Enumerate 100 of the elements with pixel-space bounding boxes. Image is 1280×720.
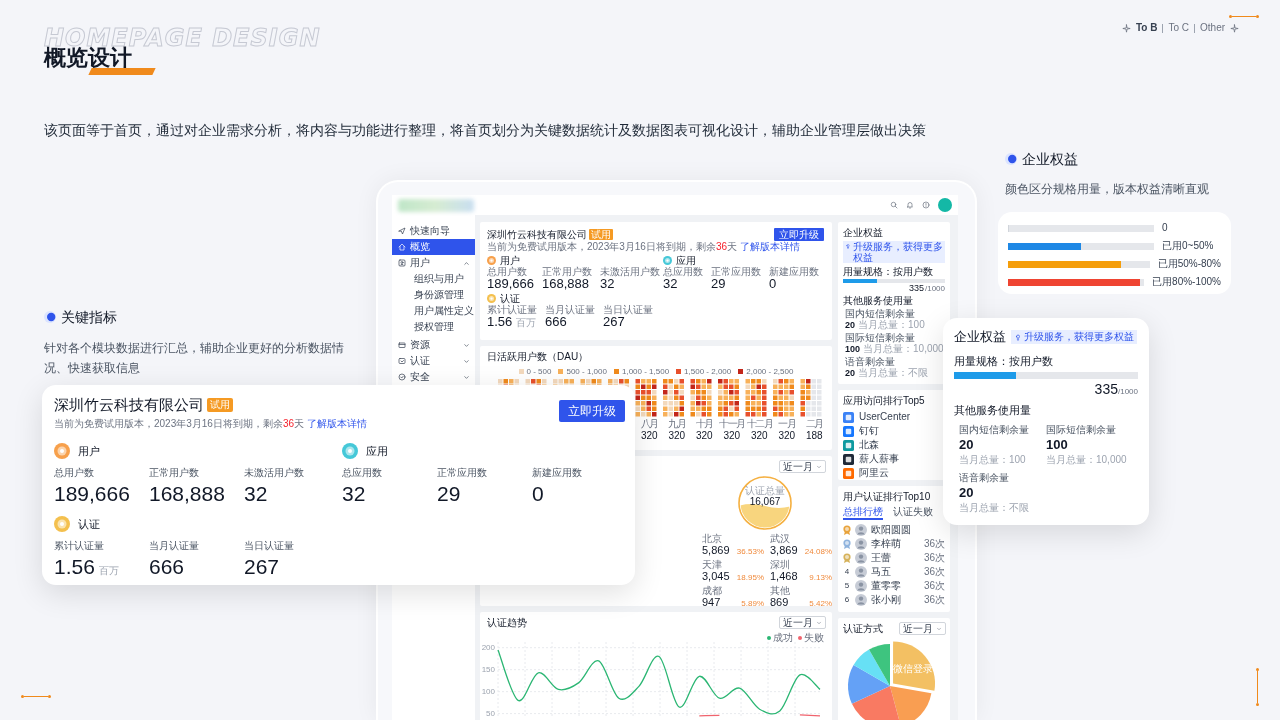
stat-label: 累计认证量 xyxy=(54,540,105,552)
axis-tick-label: 150 xyxy=(482,665,495,675)
nav-link[interactable]: To C xyxy=(1168,22,1190,34)
app-row[interactable]: 阿里云 xyxy=(843,466,911,480)
range-dropdown[interactable]: 近一月 xyxy=(779,616,826,629)
details-link[interactable]: 了解版本详情 xyxy=(306,418,367,429)
service-total: 当月总量：不限 xyxy=(959,502,1030,514)
sidebar-item[interactable]: 认证 xyxy=(392,353,475,369)
accent-line xyxy=(1256,668,1259,706)
details-link[interactable]: 了解版本详情 xyxy=(739,241,800,252)
stat-value: 666 xyxy=(149,555,185,579)
accent-line xyxy=(21,695,51,698)
service-value: 20 xyxy=(845,320,855,331)
app-row[interactable]: UserCenter xyxy=(843,410,911,424)
city-share: 5.42% xyxy=(809,598,832,610)
dot-icon xyxy=(44,311,56,323)
month-label: 十二月 xyxy=(746,418,772,429)
upgrade-button[interactable]: 立即升级 xyxy=(559,400,625,422)
stat-label: 总应用数 xyxy=(342,467,383,479)
range-dropdown[interactable]: 近一月 xyxy=(779,460,826,473)
stat-value: 32 xyxy=(600,277,615,291)
sidebar-item[interactable]: 安全 xyxy=(392,369,475,385)
nav-link[interactable]: To B xyxy=(1136,22,1158,34)
card-title: 用户认证排行Top10 xyxy=(843,491,931,503)
service-value: 100 xyxy=(1046,437,1069,453)
month-label: 九月 xyxy=(668,418,686,429)
month-label: 十一月 xyxy=(719,418,745,429)
upgrade-button[interactable]: 立即升级 xyxy=(774,228,824,241)
stat-label: 总用户数 xyxy=(54,467,95,479)
card-title: 企业权益 xyxy=(843,227,883,239)
month-value: 320 xyxy=(723,430,741,442)
user-name: 张小刚 xyxy=(871,595,902,605)
axis-tick-label: 50 xyxy=(486,709,495,718)
company-name: 深圳竹云科技有限公司 xyxy=(54,395,204,415)
rank-number: 4 xyxy=(843,568,851,576)
group-title: 认证 xyxy=(78,517,100,531)
sidebar-subitem[interactable]: 身份源管理 xyxy=(392,287,475,303)
range-dropdown[interactable]: 近一月 xyxy=(899,622,946,635)
city-share: 24.08% xyxy=(804,546,832,558)
axis-tick-label: 200 xyxy=(482,643,495,653)
rank-number: 6 xyxy=(843,596,851,604)
folder-icon xyxy=(398,341,406,349)
section-title: 其他服务使用量 xyxy=(954,403,1032,417)
app-row[interactable]: 钉钉 xyxy=(843,424,911,438)
stat-label: 当月认证量 xyxy=(545,304,595,315)
avatar-icon[interactable] xyxy=(938,198,952,212)
sidebar-subitem[interactable]: 授权管理 xyxy=(392,319,475,335)
user-name: 马五 xyxy=(871,567,892,577)
sidebar-item[interactable]: 资源 xyxy=(392,337,475,353)
stat-value: 267 xyxy=(244,555,280,579)
usage-total: /1000 xyxy=(1117,387,1138,398)
sidebar-item[interactable]: 概览 xyxy=(392,239,475,255)
dot-icon xyxy=(1005,153,1017,165)
upgrade-tag[interactable]: 升级服务，获得更多权益 xyxy=(843,241,945,263)
section-text: 颜色区分规格用量，版本权益清晰直观 xyxy=(1005,181,1209,197)
usage-label: 0 xyxy=(1162,222,1168,234)
sidebar-item[interactable]: 快速向导 xyxy=(392,223,475,239)
sidebar-item[interactable]: 用户 xyxy=(392,255,475,271)
service-value: 100 xyxy=(845,344,861,355)
service-value: 20 xyxy=(959,437,975,453)
app-row[interactable]: 北森 xyxy=(843,438,911,452)
stat-label: 新建应用数 xyxy=(532,467,583,479)
gauge-label: 认证总量 xyxy=(745,485,785,496)
stat-value: 168,888 xyxy=(542,277,589,291)
month-value: 188 xyxy=(805,430,823,442)
tab[interactable]: 认证失败 xyxy=(893,506,933,520)
tab[interactable]: 总排行榜 xyxy=(843,506,883,520)
stat-label: 正常用户数 xyxy=(149,467,200,479)
nav-link[interactable]: Other xyxy=(1200,22,1226,34)
stat-value: 666 xyxy=(545,315,567,329)
avatar-icon xyxy=(855,580,867,592)
stat-label: 总用户数 xyxy=(487,266,528,277)
city-name: 其他 xyxy=(770,585,791,596)
info-icon xyxy=(922,201,930,209)
sidebar-subitem[interactable]: 用户属性定义 xyxy=(392,303,475,319)
user-name: 董零零 xyxy=(871,581,902,591)
user-name: 欧阳圆圆 xyxy=(871,525,912,535)
stat-value: 32 xyxy=(342,482,366,506)
page-title: 概览设计 xyxy=(44,48,132,68)
stat-value: 168,888 xyxy=(149,482,225,506)
month-value: 320 xyxy=(640,430,658,442)
search-icon xyxy=(890,201,898,209)
upgrade-tag[interactable]: 升级服务，获得更多权益 xyxy=(1011,330,1137,344)
stat-label: 未激活用户数 xyxy=(600,266,660,277)
usage-value: 335 xyxy=(908,283,924,293)
legend-label: 成功 xyxy=(773,632,793,643)
month-label: 一月 xyxy=(778,418,796,429)
slice-label: 微信登录 xyxy=(893,663,933,674)
city-value: 3,045 xyxy=(702,570,730,582)
stat-value: 29 xyxy=(711,277,726,291)
sidebar-subitem[interactable]: 组织与用户 xyxy=(392,271,475,287)
stat-label: 当日认证量 xyxy=(603,304,653,315)
auth-count: 36次 xyxy=(923,553,945,563)
legend-label: 500 - 1,000 xyxy=(566,367,607,376)
chevron-down-icon xyxy=(936,625,942,632)
legend-label: 2,000 - 2,500 xyxy=(746,367,794,376)
service-label: 语音剩余量 xyxy=(959,472,1010,484)
stat-value: 0 xyxy=(532,482,544,506)
stat-label: 未激活用户数 xyxy=(244,467,305,479)
app-row[interactable]: 薪人薪事 xyxy=(843,452,911,466)
